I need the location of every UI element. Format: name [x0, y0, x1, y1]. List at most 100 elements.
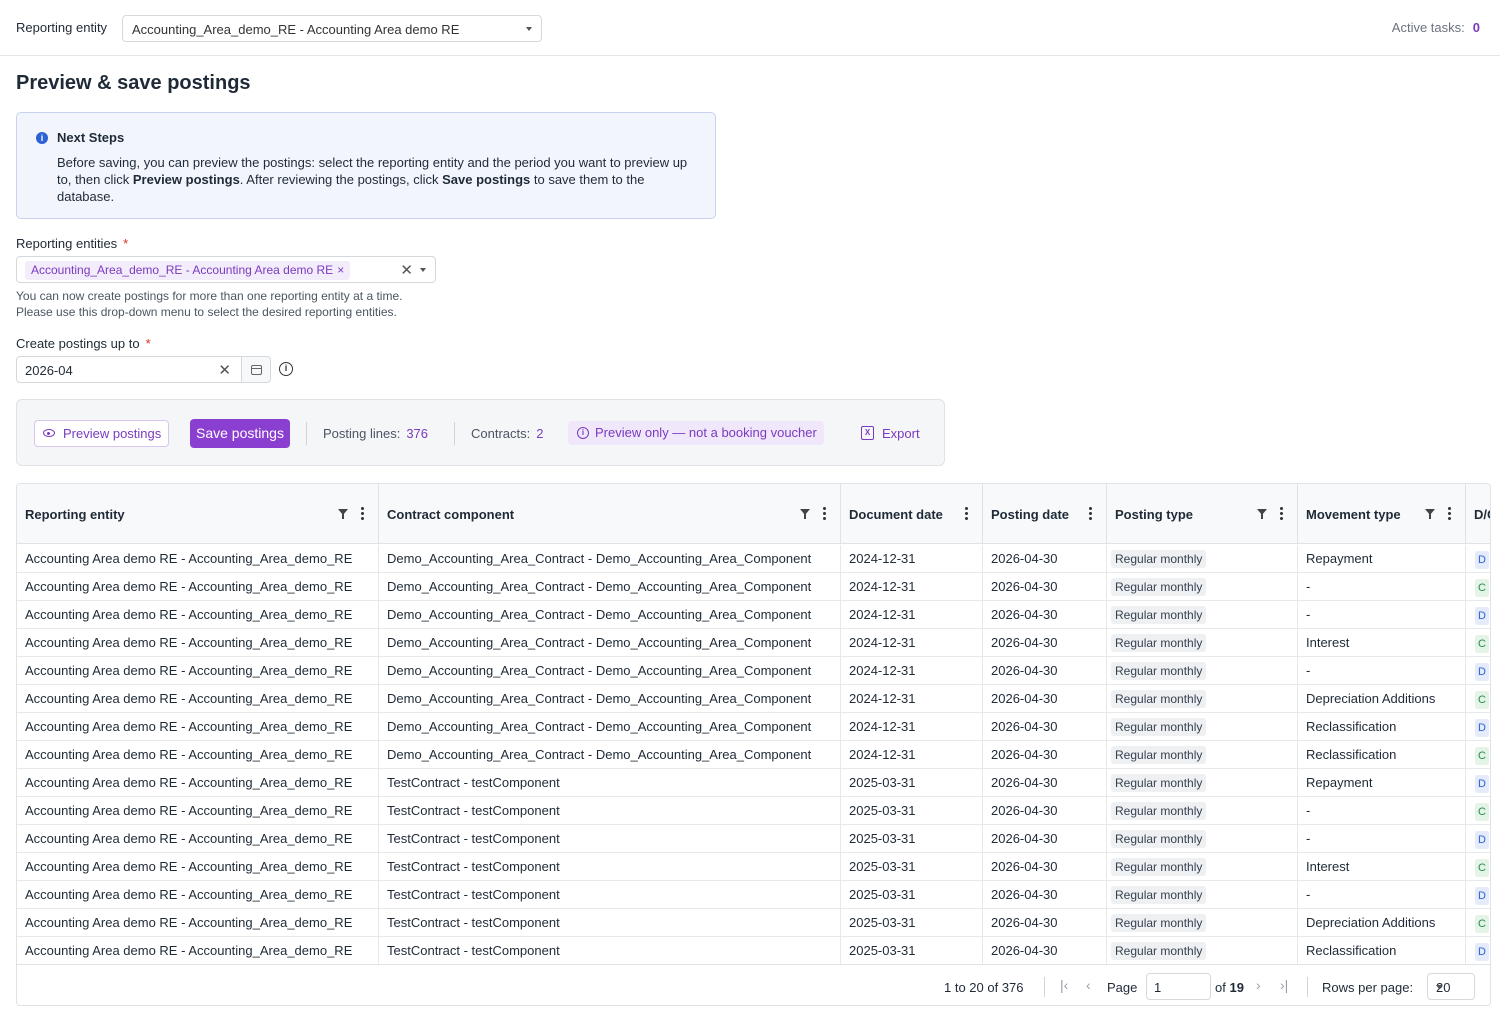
period-input[interactable]: 2026-04 ✕ — [16, 356, 242, 383]
cell-posting-type: Regular monthly — [1107, 629, 1298, 657]
cell-debit-credit: D — [1466, 769, 1490, 797]
table-row[interactable]: Accounting Area demo RE - Accounting_Are… — [17, 825, 1490, 853]
cell-contract-component: TestContract - testComponent — [379, 909, 841, 937]
filter-icon[interactable] — [1257, 509, 1267, 519]
table-row[interactable]: Accounting Area demo RE - Accounting_Are… — [17, 657, 1490, 685]
cell-document-date: 2024-12-31 — [841, 741, 983, 769]
table-row[interactable]: Accounting Area demo RE - Accounting_Are… — [17, 601, 1490, 629]
table-row[interactable]: Accounting Area demo RE - Accounting_Are… — [17, 881, 1490, 909]
divider — [306, 422, 307, 445]
cell-movement-type: Repayment — [1298, 769, 1466, 797]
clear-icon[interactable]: ✕ — [218, 361, 231, 379]
debit-credit-badge: C — [1475, 747, 1489, 765]
save-postings-button[interactable]: Save postings — [190, 419, 290, 448]
remove-chip-icon[interactable]: × — [337, 263, 344, 277]
table-row[interactable]: Accounting Area demo RE - Accounting_Are… — [17, 797, 1490, 825]
info-icon[interactable]: i — [279, 362, 293, 376]
previous-page-icon[interactable]: ‹ — [1086, 977, 1091, 993]
cell-contract-component: TestContract - testComponent — [379, 937, 841, 965]
debit-credit-badge: D — [1475, 551, 1489, 569]
cell-reporting-entity: Accounting Area demo RE - Accounting_Are… — [17, 601, 379, 629]
cell-posting-date: 2026-04-30 — [983, 881, 1107, 909]
page-input[interactable]: 1 — [1146, 973, 1211, 1000]
table-row[interactable]: Accounting Area demo RE - Accounting_Are… — [17, 629, 1490, 657]
info-icon: i — [577, 427, 589, 439]
column-menu-icon[interactable] — [361, 507, 364, 520]
column-header-posting-date[interactable]: Posting date — [983, 484, 1107, 544]
next-steps-text-part: . After reviewing the postings, click — [239, 172, 443, 187]
cell-movement-type: Repayment — [1298, 545, 1466, 573]
cell-posting-type: Regular monthly — [1107, 657, 1298, 685]
preview-postings-button[interactable]: Preview postings — [34, 420, 170, 447]
last-page-icon[interactable]: ›| — [1280, 977, 1288, 993]
table-row[interactable]: Accounting Area demo RE - Accounting_Are… — [17, 741, 1490, 769]
reporting-entities-label-text: Reporting entities — [16, 236, 118, 251]
cell-debit-credit: D — [1466, 825, 1490, 853]
cell-contract-component: TestContract - testComponent — [379, 769, 841, 797]
column-menu-icon[interactable] — [823, 507, 826, 520]
export-label: Export — [882, 426, 920, 441]
reporting-entities-multiselect[interactable]: Accounting_Area_demo_RE - Accounting Are… — [16, 256, 436, 283]
column-menu-icon[interactable] — [965, 507, 968, 520]
table-row[interactable]: Accounting Area demo RE - Accounting_Are… — [17, 769, 1490, 797]
table-row[interactable]: Accounting Area demo RE - Accounting_Are… — [17, 909, 1490, 937]
cell-contract-component: TestContract - testComponent — [379, 881, 841, 909]
cell-posting-date: 2026-04-30 — [983, 629, 1107, 657]
posting-lines-stat: Posting lines: 376 — [323, 426, 428, 441]
cell-document-date: 2025-03-31 — [841, 769, 983, 797]
column-header-contract-component[interactable]: Contract component — [379, 484, 841, 544]
reporting-entities-label: Reporting entities * — [16, 236, 128, 251]
cell-posting-date: 2026-04-30 — [983, 545, 1107, 573]
grid-body: Accounting Area demo RE - Accounting_Are… — [17, 545, 1490, 965]
chevron-down-icon[interactable] — [420, 268, 426, 272]
posting-type-tag: Regular monthly — [1111, 746, 1207, 764]
preview-only-badge: i Preview only — not a booking voucher — [568, 421, 824, 445]
cell-reporting-entity: Accounting Area demo RE - Accounting_Are… — [17, 657, 379, 685]
hint-line: You can now create postings for more tha… — [16, 289, 403, 303]
table-row[interactable]: Accounting Area demo RE - Accounting_Are… — [17, 685, 1490, 713]
table-row[interactable]: Accounting Area demo RE - Accounting_Are… — [17, 573, 1490, 601]
cell-document-date: 2025-03-31 — [841, 825, 983, 853]
cell-posting-date: 2026-04-30 — [983, 825, 1107, 853]
cell-movement-type: Interest — [1298, 853, 1466, 881]
column-header-posting-type[interactable]: Posting type — [1107, 484, 1298, 544]
column-header-reporting-entity[interactable]: Reporting entity — [17, 484, 379, 544]
pagination-range: 1 to 20 of 376 — [944, 980, 1024, 995]
calendar-button[interactable] — [241, 356, 271, 383]
reporting-entity-select[interactable]: Accounting_Area_demo_RE - Accounting Are… — [122, 15, 542, 42]
column-menu-icon[interactable] — [1280, 507, 1283, 520]
table-row[interactable]: Accounting Area demo RE - Accounting_Are… — [17, 937, 1490, 965]
column-header-document-date[interactable]: Document date — [841, 484, 983, 544]
cell-contract-component: Demo_Accounting_Area_Contract - Demo_Acc… — [379, 741, 841, 769]
divider — [1044, 977, 1045, 997]
filter-icon[interactable] — [1425, 509, 1435, 519]
rows-per-page-select[interactable]: 20 — [1427, 973, 1475, 1000]
posting-type-tag: Regular monthly — [1111, 634, 1207, 652]
column-menu-icon[interactable] — [1089, 507, 1092, 520]
table-row[interactable]: Accounting Area demo RE - Accounting_Are… — [17, 853, 1490, 881]
clear-icon[interactable]: ✕ — [400, 261, 413, 279]
first-page-icon[interactable]: |‹ — [1060, 977, 1068, 993]
cell-posting-date: 2026-04-30 — [983, 909, 1107, 937]
cell-reporting-entity: Accounting Area demo RE - Accounting_Are… — [17, 741, 379, 769]
next-steps-preview-term: Preview postings — [132, 172, 240, 187]
reporting-entity-chip[interactable]: Accounting_Area_demo_RE - Accounting Are… — [25, 261, 351, 280]
table-row[interactable]: Accounting Area demo RE - Accounting_Are… — [17, 713, 1490, 741]
active-tasks-label: Active tasks: — [1391, 20, 1465, 35]
active-tasks[interactable]: Active tasks: 0 — [1392, 20, 1480, 35]
cell-reporting-entity: Accounting Area demo RE - Accounting_Are… — [17, 797, 379, 825]
cell-movement-type: - — [1298, 881, 1466, 909]
export-button[interactable]: X Export — [860, 426, 920, 441]
column-header-movement-type[interactable]: Movement type — [1298, 484, 1466, 544]
cell-posting-type: Regular monthly — [1107, 853, 1298, 881]
table-row[interactable]: Accounting Area demo RE - Accounting_Are… — [17, 545, 1490, 573]
next-page-icon[interactable]: › — [1256, 977, 1261, 993]
column-title: Document date — [849, 507, 943, 522]
filter-icon[interactable] — [338, 509, 348, 519]
posting-type-tag: Regular monthly — [1111, 606, 1207, 624]
period-value: 2026-04 — [25, 363, 73, 378]
column-menu-icon[interactable] — [1448, 507, 1451, 520]
filter-icon[interactable] — [800, 509, 810, 519]
column-header-debit-credit[interactable]: D/C — [1466, 484, 1490, 544]
posting-type-tag: Regular monthly — [1111, 550, 1207, 568]
